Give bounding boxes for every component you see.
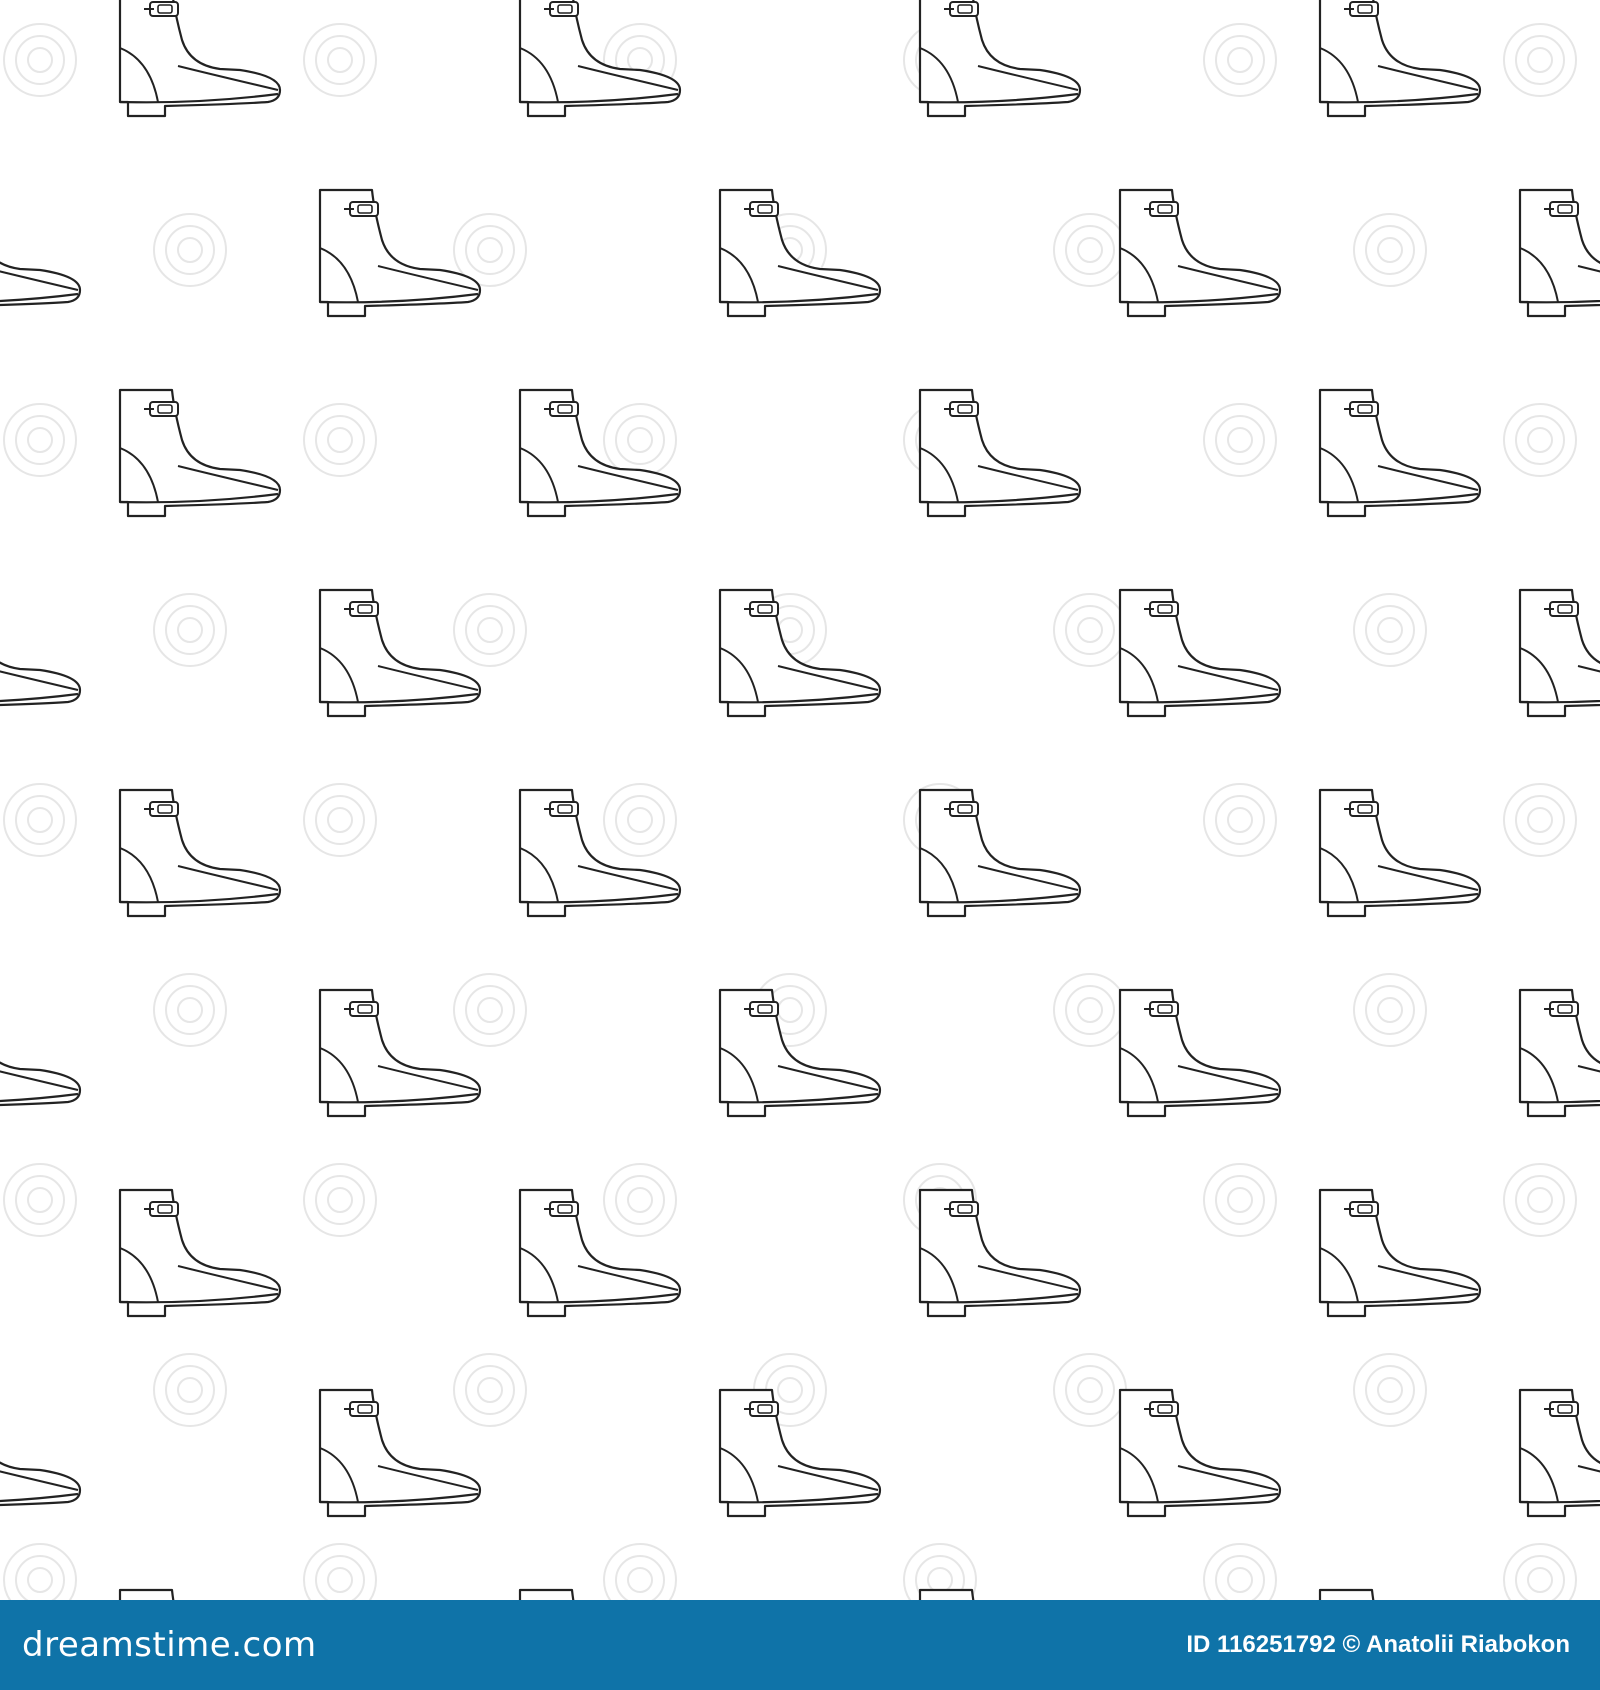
- footer: dreamstime.com ID 116251792 © Anatolii R…: [0, 1600, 1600, 1690]
- watermark-swirl: [153, 593, 227, 667]
- watermark-swirl: [1203, 1163, 1277, 1237]
- watermark-swirl: [153, 973, 227, 1047]
- boot-pattern-svg: [0, 0, 1600, 1600]
- watermark-swirl: [453, 1353, 527, 1427]
- copyright-symbol: ©: [1342, 1631, 1361, 1658]
- watermark-swirl: [1353, 213, 1427, 287]
- watermark-swirl: [1203, 403, 1277, 477]
- boot-icon: [918, 1188, 1082, 1318]
- id-label: ID: [1186, 1631, 1211, 1658]
- boot-icon: [118, 0, 282, 118]
- watermark-swirl: [603, 1163, 677, 1237]
- watermark-swirl: [3, 403, 77, 477]
- watermark-swirl: [453, 593, 527, 667]
- boot-icon: [718, 188, 882, 318]
- brand-logo: dreamstime.com: [22, 1625, 317, 1665]
- watermark-swirl: [153, 213, 227, 287]
- boot-icon: [1118, 988, 1282, 1118]
- boot-pattern: [0, 0, 1600, 1600]
- watermark-swirl: [303, 1543, 377, 1600]
- watermark-swirl: [453, 973, 527, 1047]
- boot-icon: [118, 388, 282, 518]
- watermark-swirl: [1053, 1353, 1127, 1427]
- boot-icon: [718, 988, 882, 1118]
- watermark-swirl: [1053, 593, 1127, 667]
- boot-icon: [1318, 0, 1482, 118]
- boot-icon: [518, 388, 682, 518]
- boot-icon: [918, 1588, 1082, 1600]
- watermark-swirl: [1503, 1543, 1577, 1600]
- watermark-swirl: [1503, 23, 1577, 97]
- boot-icon: [1118, 1388, 1282, 1518]
- boot-icon: [0, 1388, 82, 1518]
- boot-icon: [0, 188, 82, 318]
- boot-icon: [118, 1588, 282, 1600]
- watermark-swirl: [603, 1543, 677, 1600]
- boot-icon: [1518, 188, 1600, 318]
- boot-icon: [1318, 788, 1482, 918]
- boot-icon: [1518, 1388, 1600, 1518]
- watermark-swirl: [153, 1353, 227, 1427]
- boot-layer: [0, 0, 1600, 1600]
- watermark-swirl: [3, 23, 77, 97]
- watermark-swirl: [1203, 1543, 1277, 1600]
- watermark-swirl: [1353, 593, 1427, 667]
- watermark-swirl: [1353, 973, 1427, 1047]
- watermark-swirl: [1203, 23, 1277, 97]
- watermark-swirl: [603, 783, 677, 857]
- watermark-swirl: [303, 1163, 377, 1237]
- boot-icon: [318, 1388, 482, 1518]
- watermark-swirl: [303, 783, 377, 857]
- boot-icon: [1518, 988, 1600, 1118]
- watermark-swirl: [1503, 1163, 1577, 1237]
- boot-icon: [0, 988, 82, 1118]
- footer-bar: dreamstime.com ID 116251792 © Anatolii R…: [0, 1600, 1600, 1690]
- boot-icon: [918, 388, 1082, 518]
- boot-icon: [518, 0, 682, 118]
- boot-icon: [1118, 588, 1282, 718]
- boot-icon: [118, 788, 282, 918]
- boot-icon: [318, 588, 482, 718]
- watermark-swirl: [1053, 973, 1127, 1047]
- watermark-swirl: [3, 1163, 77, 1237]
- id-value: 116251792: [1217, 1631, 1336, 1658]
- watermark-swirl: [303, 23, 377, 97]
- watermark-swirl: [1053, 213, 1127, 287]
- watermark-swirl: [1503, 403, 1577, 477]
- watermark-swirl: [1503, 783, 1577, 857]
- watermark-swirl: [303, 403, 377, 477]
- boot-icon: [1118, 188, 1282, 318]
- boot-icon: [118, 1188, 282, 1318]
- watermark-swirl: [1353, 1353, 1427, 1427]
- boot-icon: [318, 188, 482, 318]
- image-credit: ID 116251792 © Anatolii Riabokon: [1186, 1610, 1570, 1680]
- watermark-swirl: [603, 403, 677, 477]
- boot-icon: [0, 588, 82, 718]
- boot-icon: [1318, 1188, 1482, 1318]
- boot-icon: [318, 988, 482, 1118]
- watermark-swirl: [3, 1543, 77, 1600]
- boot-icon: [1318, 388, 1482, 518]
- author-name: Anatolii Riabokon: [1366, 1631, 1570, 1658]
- boot-icon: [518, 1188, 682, 1318]
- boot-icon: [718, 1388, 882, 1518]
- watermark-swirl: [3, 783, 77, 857]
- boot-icon: [1318, 1588, 1482, 1600]
- watermark-swirl: [1203, 783, 1277, 857]
- boot-icon: [1518, 588, 1600, 718]
- boot-icon: [918, 0, 1082, 118]
- boot-icon: [918, 788, 1082, 918]
